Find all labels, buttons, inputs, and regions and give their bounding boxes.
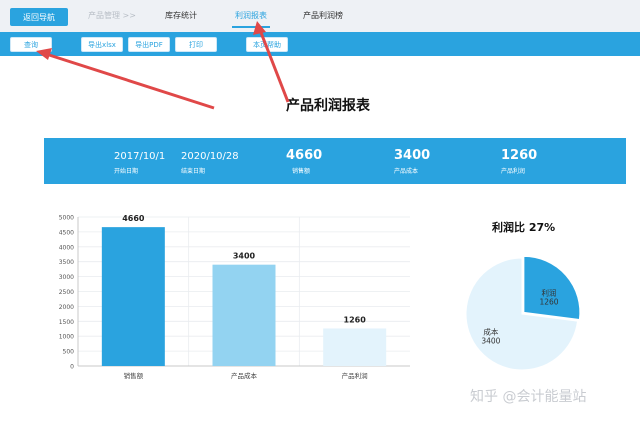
toolbar: 查询 导出xlsx 导出PDF 打印 本页帮助 [0,32,640,56]
y-tick-label: 1500 [59,319,74,326]
pie-slice-value: 1260 [539,298,558,307]
profit-ratio-pie-chart: 利润1260 成本3400 [465,255,581,371]
nav-profit-ranking[interactable]: 产品利润榜 [303,10,343,21]
print-button[interactable]: 打印 [175,37,217,52]
pie-chart-title: 利润比 27% [492,221,556,234]
bar-data-label: 4660 [122,214,145,223]
sales-label: 销售额 [292,168,311,175]
summary-panel: 2017/10/1 开始日期 2020/10/28 结束日期 4660 销售额 … [44,138,626,184]
y-tick-label: 1000 [59,334,74,341]
report-title: 产品利润报表 [286,98,370,114]
bar-data-label: 1260 [344,315,367,324]
help-button[interactable]: 本页帮助 [246,37,288,52]
y-tick-label: 4000 [59,244,74,251]
bar [323,328,387,366]
y-tick-label: 5000 [59,215,74,222]
x-tick-label: 销售额 [124,371,144,380]
pie-slice-label: 成本 [483,326,498,336]
pie-slice-value: 3400 [481,336,500,345]
pie-slice-label: 利润 [542,288,557,298]
export-pdf-button[interactable]: 导出PDF [128,37,170,52]
nav-inventory-stats[interactable]: 库存统计 [165,10,197,21]
y-tick-label: 4500 [59,229,74,236]
bar-data-label: 3400 [233,252,256,261]
cost-value: 3400 [394,148,431,163]
query-button[interactable]: 查询 [10,37,52,52]
page: 返回导航 产品管理 >> 库存统计 利润报表 产品利润榜 查询 导出xlsx 导… [0,0,640,423]
export-xlsx-button[interactable]: 导出xlsx [81,37,123,52]
start-date-label: 开始日期 [114,168,139,175]
nav-product-management[interactable]: 产品管理 >> [88,10,136,21]
bar [212,264,276,366]
profit-value: 1260 [501,148,538,163]
cost-label: 产品成本 [394,168,419,175]
y-tick-label: 2000 [59,304,74,311]
arrow-to-query [45,52,215,110]
y-tick-label: 3500 [59,259,74,266]
active-tab-indicator [232,26,270,28]
y-tick-label: 500 [63,349,75,356]
profit-label: 产品利润 [501,168,526,175]
y-tick-label: 3000 [59,274,74,281]
x-tick-label: 产品利润 [342,371,368,380]
nav-profit-report[interactable]: 利润报表 [235,10,267,21]
bar [101,227,165,366]
x-tick-label: 产品成本 [231,371,258,380]
top-nav: 返回导航 产品管理 >> 库存统计 利润报表 产品利润榜 [0,0,640,32]
y-tick-label: 2500 [59,289,74,296]
start-date-value: 2017/10/1 [114,151,166,162]
watermark: 知乎 @会计能量站 [470,389,587,405]
sales-value: 4660 [286,148,323,163]
back-to-nav-button[interactable]: 返回导航 [10,8,68,26]
end-date-label: 结束日期 [181,168,206,175]
y-tick-label: 0 [70,364,74,371]
profit-bar-chart: 0 500 1000 1500 2000 2500 3000 3500 4000 4500 5000… [59,214,410,380]
end-date-value: 2020/10/28 [181,151,239,162]
